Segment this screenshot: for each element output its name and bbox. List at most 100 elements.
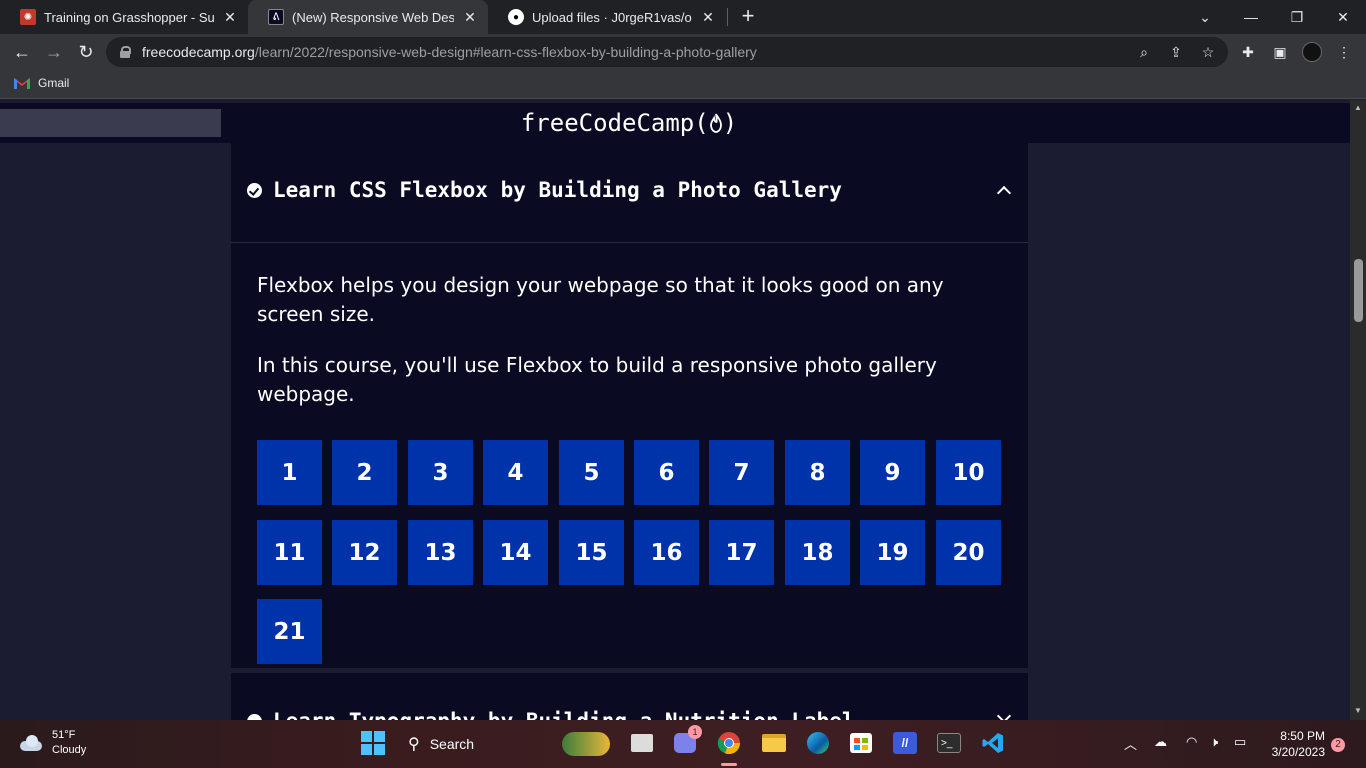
minimize-icon[interactable]: — xyxy=(1228,0,1274,34)
step-button[interactable]: 8 xyxy=(785,440,850,505)
weather-desc: Cloudy xyxy=(52,744,87,756)
chrome-icon[interactable] xyxy=(716,730,742,756)
close-tab-icon[interactable]: ✕ xyxy=(222,9,238,25)
scroll-up-icon[interactable]: ▲ xyxy=(1354,104,1362,112)
step-button[interactable]: 17 xyxy=(709,520,774,585)
notification-badge[interactable]: 2 xyxy=(1331,738,1345,752)
scroll-down-icon[interactable]: ▼ xyxy=(1354,707,1362,715)
step-button[interactable]: 20 xyxy=(936,520,1001,585)
step-button[interactable]: 12 xyxy=(332,520,397,585)
scrollbar-thumb[interactable] xyxy=(1354,259,1363,322)
search-icon: ⚲ xyxy=(408,736,420,753)
store-icon[interactable] xyxy=(848,730,874,756)
scrollbar[interactable]: ▲ ▼ xyxy=(1350,100,1366,720)
onedrive-icon[interactable]: ☁ xyxy=(1154,734,1167,750)
active-app-indicator xyxy=(721,763,737,766)
grasshopper-icon: ✺ xyxy=(20,9,36,25)
close-tab-icon[interactable]: ✕ xyxy=(462,9,478,25)
step-button[interactable]: 15 xyxy=(559,520,624,585)
close-window-icon[interactable]: ✕ xyxy=(1320,0,1366,34)
tab-search-icon[interactable]: ⌄ xyxy=(1182,0,1228,34)
lock-icon[interactable] xyxy=(120,46,131,58)
bookmark-gmail[interactable]: Gmail xyxy=(14,76,69,90)
taskbar-search[interactable]: ⚲ Search xyxy=(398,728,618,760)
step-button[interactable]: 2 xyxy=(332,440,397,505)
side-panel-icon[interactable]: ▣ xyxy=(1270,42,1290,62)
start-icon[interactable] xyxy=(360,730,386,756)
step-button[interactable]: 9 xyxy=(860,440,925,505)
block-title[interactable]: Learn Typography by Building a Nutrition… xyxy=(273,709,855,720)
azure-data-studio-icon[interactable]: // xyxy=(892,730,918,756)
reload-icon[interactable]: ↻ xyxy=(72,38,100,66)
address-bar[interactable]: freecodecamp.org /learn/2022/responsive-… xyxy=(106,37,1228,67)
step-button[interactable]: 5 xyxy=(559,440,624,505)
step-button[interactable]: 14 xyxy=(483,520,548,585)
browser-toolbar: ← → ↻ freecodecamp.org /learn/2022/respo… xyxy=(0,34,1366,71)
step-button[interactable]: 6 xyxy=(634,440,699,505)
step-button[interactable]: 18 xyxy=(785,520,850,585)
restore-icon[interactable]: ❐ xyxy=(1274,0,1320,34)
menu-icon[interactable]: ⋮ xyxy=(1334,42,1354,62)
tab-title: Upload files · J0rgeR1vas/okcode xyxy=(532,9,692,25)
clock-date: 3/20/2023 xyxy=(1271,745,1325,759)
chevron-up-icon[interactable] xyxy=(994,181,1014,201)
search-highlight-icon xyxy=(562,732,610,756)
step-button[interactable]: 10 xyxy=(936,440,1001,505)
tab-github[interactable]: ● Upload files · J0rgeR1vas/okcode ✕ xyxy=(488,0,726,34)
flame-icon xyxy=(709,113,722,133)
github-icon: ● xyxy=(508,9,524,25)
gmail-icon xyxy=(14,77,30,89)
step-button[interactable]: 19 xyxy=(860,520,925,585)
back-icon[interactable]: ← xyxy=(8,38,36,66)
terminal-icon[interactable]: >_ xyxy=(936,730,962,756)
step-button[interactable]: 16 xyxy=(634,520,699,585)
system-clock[interactable]: 8:50 PM 3/20/2023 xyxy=(1263,728,1325,760)
chevron-down-icon[interactable] xyxy=(994,709,1014,720)
zoom-icon[interactable]: ⌕ xyxy=(1136,44,1152,60)
tab-grasshopper[interactable]: ✺ Training on Grasshopper - Summ ✕ xyxy=(0,0,248,34)
file-explorer-icon[interactable] xyxy=(761,730,787,756)
bookmark-star-icon[interactable]: ☆ xyxy=(1200,44,1216,60)
check-circle-icon xyxy=(247,183,262,198)
share-icon[interactable]: ⇪ xyxy=(1168,44,1184,60)
weather-widget[interactable]: 51°F Cloudy xyxy=(18,728,86,758)
step-button[interactable]: 11 xyxy=(257,520,322,585)
step-button[interactable]: 1 xyxy=(257,440,322,505)
block-title[interactable]: Learn CSS Flexbox by Building a Photo Ga… xyxy=(273,178,842,202)
block-nutrition-label: Learn Typography by Building a Nutrition… xyxy=(231,673,1028,720)
tab-fcc[interactable]: ᕕ (New) Responsive Web Design C ✕ xyxy=(248,0,488,34)
step-button[interactable]: 21 xyxy=(257,599,322,664)
logo-text: freeCodeCamp xyxy=(520,109,695,137)
extensions-icon[interactable]: ✚ xyxy=(1238,42,1258,62)
url-path: /learn/2022/responsive-web-design#learn-… xyxy=(254,44,757,60)
step-button[interactable]: 13 xyxy=(408,520,473,585)
tab-title: Training on Grasshopper - Summ xyxy=(44,9,214,25)
bookmark-label: Gmail xyxy=(38,76,70,90)
wifi-icon[interactable]: ◠ xyxy=(1186,734,1197,750)
volume-muted-icon[interactable]: 🕨 xyxy=(1210,734,1218,750)
fcc-navbar: freeCodeCamp() xyxy=(0,103,1350,143)
vscode-icon[interactable] xyxy=(980,730,1006,756)
step-button[interactable]: 3 xyxy=(408,440,473,505)
fcc-icon: ᕕ xyxy=(268,9,284,25)
block-header[interactable]: Learn CSS Flexbox by Building a Photo Ga… xyxy=(231,143,1028,243)
weather-temp: 51°F xyxy=(52,729,76,741)
step-button[interactable]: 7 xyxy=(709,440,774,505)
block-description: Flexbox helps you design your webpage so… xyxy=(257,273,944,326)
chevron-up-icon[interactable]: ︿ xyxy=(1124,734,1137,753)
step-button[interactable]: 4 xyxy=(483,440,548,505)
task-view-icon[interactable] xyxy=(629,730,655,756)
forward-icon[interactable]: → xyxy=(40,38,68,66)
page-viewport: freeCodeCamp() Learn CSS Flexbox by Buil… xyxy=(0,100,1366,720)
fcc-logo[interactable]: freeCodeCamp() xyxy=(0,103,1258,143)
close-tab-icon[interactable]: ✕ xyxy=(700,9,716,25)
block-photo-gallery: Learn CSS Flexbox by Building a Photo Ga… xyxy=(231,143,1028,668)
edge-icon[interactable] xyxy=(805,730,831,756)
url-host: freecodecamp.org xyxy=(142,44,255,60)
new-tab-icon[interactable]: + xyxy=(738,5,758,27)
teams-icon[interactable]: 1 xyxy=(672,725,702,756)
block-description: In this course, you'll use Flexbox to bu… xyxy=(257,353,937,406)
battery-icon[interactable]: ▭ xyxy=(1234,734,1246,750)
profile-avatar[interactable] xyxy=(1302,42,1322,62)
clock-time: 8:50 PM xyxy=(1280,729,1325,743)
